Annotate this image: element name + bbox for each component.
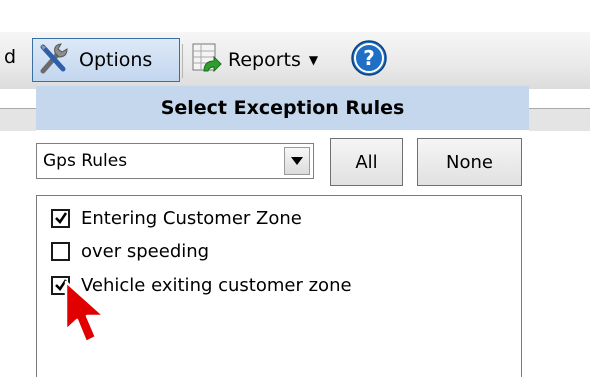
checkbox[interactable] — [51, 241, 70, 261]
svg-text:?: ? — [363, 46, 375, 70]
window-top-area — [0, 0, 590, 32]
reports-button[interactable]: Reports ▼ — [186, 38, 346, 82]
panel-title: Select Exception Rules — [36, 86, 529, 130]
reports-sheet-icon — [190, 41, 222, 80]
checkmark-icon — [54, 212, 67, 224]
help-button[interactable]: ? — [344, 38, 394, 82]
background-strip-right — [529, 108, 590, 131]
reports-label: Reports — [228, 49, 301, 71]
options-tools-icon — [37, 41, 71, 80]
rule-label: Vehicle exiting customer zone — [81, 274, 352, 296]
background-strip-left — [0, 108, 36, 131]
rule-group-selected-value: Gps Rules — [43, 151, 128, 171]
rule-label: over speeding — [81, 240, 210, 262]
dropdown-caret-icon[interactable]: ▼ — [309, 53, 318, 67]
mouse-cursor-icon — [64, 280, 106, 344]
options-label: Options — [79, 49, 153, 71]
select-none-button[interactable]: None — [417, 138, 522, 186]
options-button[interactable]: Options — [32, 38, 180, 82]
rule-label: Entering Customer Zone — [81, 207, 302, 229]
rule-item[interactable]: over speeding — [51, 238, 209, 264]
rule-group-select[interactable]: Gps Rules — [36, 143, 314, 179]
toolbar-separator — [182, 44, 183, 78]
rule-item[interactable]: Entering Customer Zone — [51, 205, 302, 231]
toolbar: d Options Reports ▼ ? — [0, 32, 590, 90]
toolbar-truncated-label: d — [4, 46, 17, 68]
select-all-button[interactable]: All — [330, 138, 403, 186]
checkbox[interactable] — [51, 208, 70, 228]
chevron-down-icon[interactable] — [284, 147, 310, 175]
help-question-icon: ? — [350, 39, 388, 82]
